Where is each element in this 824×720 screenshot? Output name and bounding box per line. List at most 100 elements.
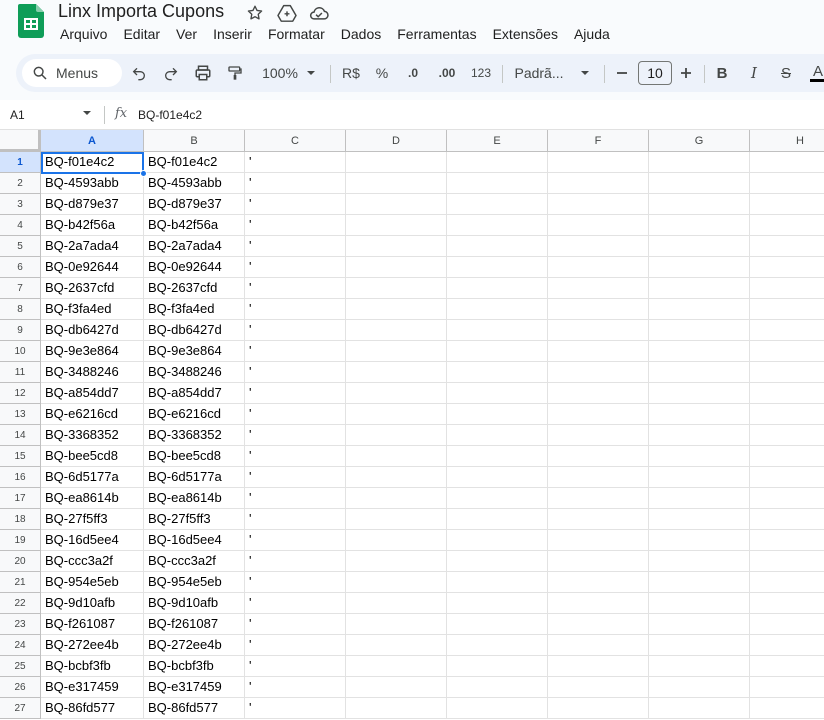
table-cell[interactable] xyxy=(548,215,649,236)
table-cell[interactable] xyxy=(548,362,649,383)
table-cell[interactable] xyxy=(649,341,750,362)
table-cell[interactable] xyxy=(346,236,447,257)
increase-decimal-button[interactable]: .00 xyxy=(434,54,460,92)
table-cell[interactable] xyxy=(346,593,447,614)
table-cell[interactable] xyxy=(548,677,649,698)
table-cell[interactable]: BQ-b42f56a xyxy=(41,215,144,236)
table-cell[interactable] xyxy=(750,488,824,509)
table-cell[interactable]: BQ-6d5177a xyxy=(41,467,144,488)
table-cell[interactable] xyxy=(649,257,750,278)
table-cell[interactable] xyxy=(649,698,750,719)
column-header-b[interactable]: B xyxy=(144,130,245,152)
table-cell[interactable] xyxy=(447,257,548,278)
table-cell[interactable]: BQ-16d5ee4 xyxy=(41,530,144,551)
table-cell[interactable]: ' xyxy=(245,635,346,656)
table-cell[interactable]: BQ-2637cfd xyxy=(41,278,144,299)
table-cell[interactable]: ' xyxy=(245,215,346,236)
table-cell[interactable]: ' xyxy=(245,173,346,194)
table-cell[interactable] xyxy=(548,383,649,404)
table-cell[interactable]: BQ-f3fa4ed xyxy=(144,299,245,320)
table-cell[interactable]: ' xyxy=(245,446,346,467)
table-cell[interactable]: BQ-b42f56a xyxy=(144,215,245,236)
menu-ver[interactable]: Ver xyxy=(168,25,205,45)
table-cell[interactable]: BQ-a854dd7 xyxy=(144,383,245,404)
row-header[interactable]: 8 xyxy=(0,299,41,320)
table-cell[interactable] xyxy=(750,551,824,572)
row-header[interactable]: 5 xyxy=(0,236,41,257)
row-header[interactable]: 12 xyxy=(0,383,41,404)
row-header[interactable]: 4 xyxy=(0,215,41,236)
table-cell[interactable] xyxy=(346,278,447,299)
cloud-saved-icon[interactable] xyxy=(308,3,330,23)
table-cell[interactable]: ' xyxy=(245,593,346,614)
table-cell[interactable] xyxy=(346,215,447,236)
table-cell[interactable] xyxy=(447,530,548,551)
table-cell[interactable]: BQ-86fd577 xyxy=(144,698,245,719)
table-cell[interactable]: BQ-e317459 xyxy=(144,677,245,698)
redo-icon[interactable] xyxy=(160,54,182,92)
table-cell[interactable] xyxy=(649,656,750,677)
italic-button[interactable]: I xyxy=(744,54,764,92)
table-cell[interactable] xyxy=(548,257,649,278)
table-cell[interactable]: BQ-4593abb xyxy=(144,173,245,194)
table-cell[interactable]: BQ-3368352 xyxy=(144,425,245,446)
table-cell[interactable] xyxy=(649,572,750,593)
table-cell[interactable] xyxy=(548,446,649,467)
table-cell[interactable] xyxy=(649,173,750,194)
menu-editar[interactable]: Editar xyxy=(115,25,168,45)
table-cell[interactable]: BQ-e317459 xyxy=(41,677,144,698)
table-cell[interactable] xyxy=(649,635,750,656)
row-header[interactable]: 23 xyxy=(0,614,41,635)
table-cell[interactable] xyxy=(548,593,649,614)
table-cell[interactable] xyxy=(750,530,824,551)
table-cell[interactable] xyxy=(649,152,750,173)
table-cell[interactable]: ' xyxy=(245,551,346,572)
table-cell[interactable] xyxy=(346,551,447,572)
table-cell[interactable] xyxy=(346,488,447,509)
table-cell[interactable]: BQ-f01e4c2 xyxy=(41,152,144,173)
table-cell[interactable] xyxy=(346,152,447,173)
table-cell[interactable]: BQ-2637cfd xyxy=(144,278,245,299)
table-cell[interactable] xyxy=(548,404,649,425)
table-cell[interactable]: ' xyxy=(245,152,346,173)
table-cell[interactable] xyxy=(548,530,649,551)
row-header[interactable]: 17 xyxy=(0,488,41,509)
table-cell[interactable] xyxy=(548,551,649,572)
fill-handle[interactable] xyxy=(140,170,147,177)
table-cell[interactable]: BQ-272ee4b xyxy=(144,635,245,656)
table-cell[interactable] xyxy=(649,320,750,341)
table-cell[interactable]: BQ-9e3e864 xyxy=(41,341,144,362)
table-cell[interactable] xyxy=(649,278,750,299)
table-cell[interactable]: BQ-9e3e864 xyxy=(144,341,245,362)
table-cell[interactable] xyxy=(750,257,824,278)
name-box[interactable]: A1 xyxy=(10,108,25,122)
table-cell[interactable]: BQ-ea8614b xyxy=(144,488,245,509)
select-all-corner[interactable] xyxy=(0,130,41,152)
table-cell[interactable] xyxy=(548,425,649,446)
table-cell[interactable] xyxy=(447,488,548,509)
table-cell[interactable] xyxy=(649,509,750,530)
table-cell[interactable] xyxy=(346,530,447,551)
table-cell[interactable] xyxy=(447,509,548,530)
row-header[interactable]: 1 xyxy=(0,152,41,173)
table-cell[interactable] xyxy=(346,362,447,383)
table-cell[interactable] xyxy=(548,572,649,593)
chevron-down-icon[interactable] xyxy=(82,108,92,118)
table-cell[interactable] xyxy=(649,677,750,698)
table-cell[interactable] xyxy=(346,173,447,194)
table-cell[interactable] xyxy=(649,425,750,446)
table-cell[interactable] xyxy=(750,236,824,257)
table-cell[interactable]: BQ-e6216cd xyxy=(144,404,245,425)
table-cell[interactable] xyxy=(750,341,824,362)
table-cell[interactable] xyxy=(447,467,548,488)
table-cell[interactable] xyxy=(649,215,750,236)
table-cell[interactable] xyxy=(447,152,548,173)
spreadsheet-grid[interactable]: A B C D E F G H 1 BQ-f01e4c2 BQ-f01e4c2 ' 2 BQ-4593ab… xyxy=(0,130,824,720)
column-header-g[interactable]: G xyxy=(649,130,750,152)
table-cell[interactable] xyxy=(447,278,548,299)
decrease-decimal-button[interactable]: .0 xyxy=(402,54,424,92)
table-cell[interactable] xyxy=(548,488,649,509)
table-cell[interactable]: ' xyxy=(245,677,346,698)
table-cell[interactable] xyxy=(548,173,649,194)
table-cell[interactable]: BQ-bcbf3fb xyxy=(144,656,245,677)
